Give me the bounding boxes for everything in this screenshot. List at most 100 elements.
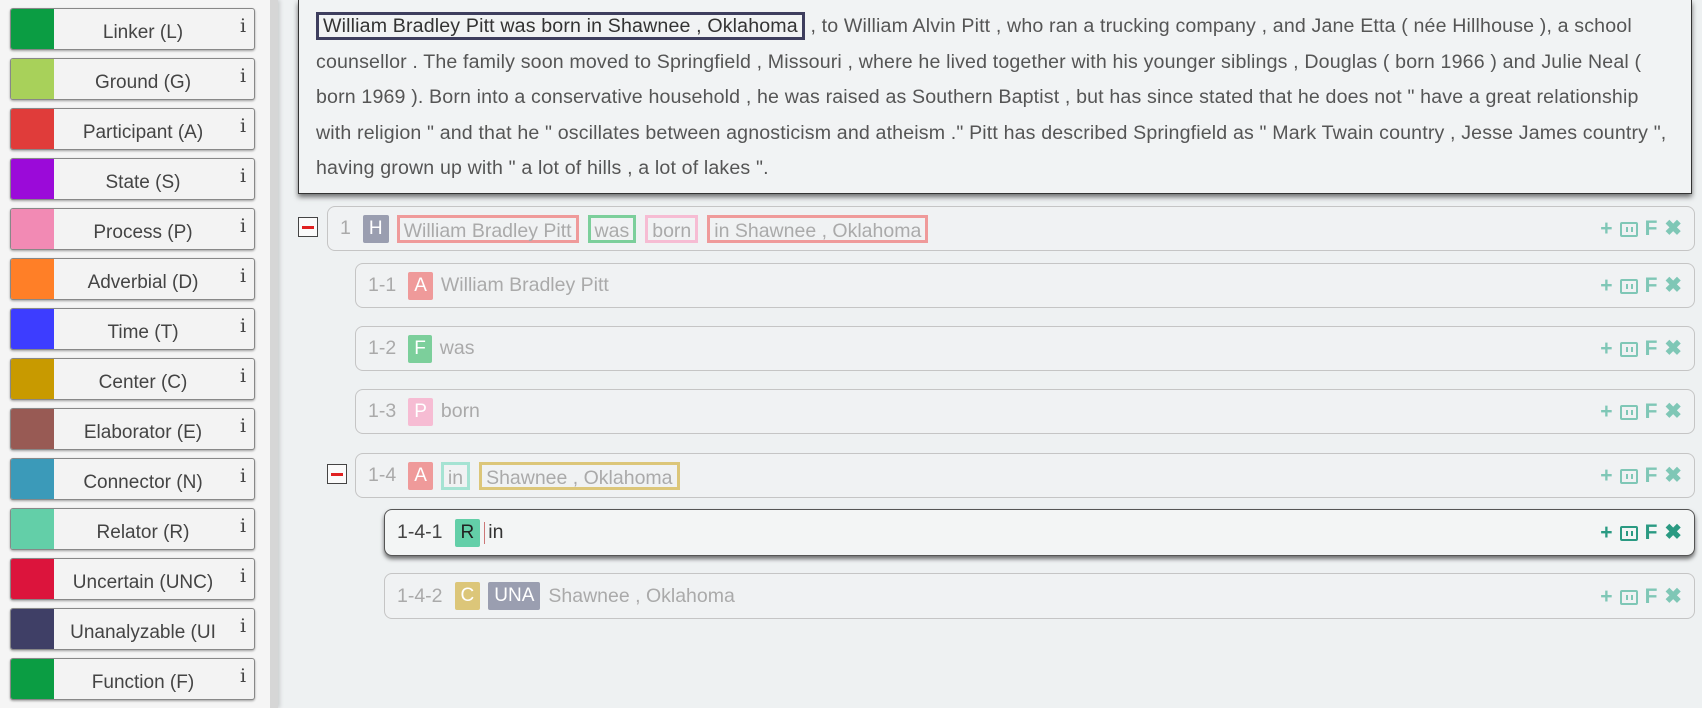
function-icon[interactable]: F	[1645, 275, 1658, 296]
category-color-swatch	[11, 159, 54, 199]
function-icon[interactable]: F	[1645, 586, 1658, 607]
remove-icon[interactable]: ✖	[1664, 401, 1682, 422]
remove-icon[interactable]: ✖	[1664, 586, 1682, 607]
child-chip-1-3[interactable]: born	[645, 214, 699, 243]
add-icon[interactable]: +	[1600, 522, 1612, 543]
row-actions: + F ✖	[1600, 264, 1682, 307]
selected-unit-text[interactable]: William Bradley Pitt was born in Shawnee…	[316, 12, 805, 40]
row-actions: + F ✖	[1600, 574, 1682, 618]
add-icon[interactable]: +	[1600, 218, 1612, 239]
info-icon[interactable]: i	[232, 659, 254, 699]
category-item[interactable]: Ground (G) i	[10, 58, 255, 100]
collapse-button-1-4[interactable]	[327, 464, 347, 484]
info-icon[interactable]: i	[232, 459, 254, 499]
category-item[interactable]: Relator (R) i	[10, 508, 255, 550]
unit-row-1-1[interactable]: 1-1 A William Bradley Pitt + F ✖	[355, 263, 1695, 308]
category-color-swatch	[11, 459, 54, 499]
category-color-swatch	[11, 609, 54, 649]
category-sidebar: Linker (L) i Ground (G) i Participant (A) i St…	[0, 0, 278, 708]
add-icon[interactable]: +	[1600, 586, 1612, 607]
category-color-swatch	[11, 409, 54, 449]
category-label: State (S)	[105, 172, 181, 193]
row-actions: + F ✖	[1600, 454, 1682, 497]
info-icon[interactable]: i	[232, 309, 254, 349]
info-icon[interactable]: i	[232, 109, 254, 149]
remove-icon[interactable]: ✖	[1664, 465, 1682, 486]
secondary-category-badge[interactable]: UNA	[488, 582, 541, 610]
category-item[interactable]: Linker (L) i	[10, 8, 255, 50]
child-chip-1-2[interactable]: was	[587, 214, 637, 243]
unit-text: William Bradley Pitt	[440, 274, 609, 296]
add-icon[interactable]: +	[1600, 401, 1612, 422]
remove-icon[interactable]: ✖	[1664, 338, 1682, 359]
category-item[interactable]: State (S) i	[10, 158, 255, 200]
category-label: Connector (N)	[83, 472, 203, 493]
category-item[interactable]: Center (C) i	[10, 358, 255, 400]
info-icon[interactable]: i	[232, 559, 254, 599]
info-icon[interactable]: i	[232, 159, 254, 199]
row-actions: + F ✖	[1600, 510, 1682, 555]
info-icon[interactable]: i	[232, 359, 254, 399]
category-badge[interactable]: R	[454, 518, 481, 547]
unit-row-1-4-2[interactable]: 1-4-2 C UNA Shawnee , Oklahoma + F ✖	[384, 573, 1695, 619]
info-icon[interactable]: i	[232, 209, 254, 249]
unit-id: 1-1	[368, 274, 397, 296]
category-badge[interactable]: A	[408, 461, 433, 490]
unit-row-1-3[interactable]: 1-3 P born + F ✖	[355, 389, 1695, 434]
category-item[interactable]: Time (T) i	[10, 308, 255, 350]
info-icon[interactable]: i	[232, 259, 254, 299]
remove-icon[interactable]: ✖	[1664, 522, 1682, 543]
category-label: Process (P)	[93, 222, 193, 243]
unit-row-1-2[interactable]: 1-2 F was + F ✖	[355, 326, 1695, 371]
category-color-swatch	[11, 109, 54, 149]
category-item[interactable]: Uncertain (UNC) i	[10, 558, 255, 600]
comment-icon[interactable]	[1619, 589, 1638, 605]
info-icon[interactable]: i	[232, 9, 254, 49]
add-icon[interactable]: +	[1600, 338, 1612, 359]
remove-icon[interactable]: ✖	[1664, 218, 1682, 239]
function-icon[interactable]: F	[1645, 338, 1658, 359]
child-chip-1-1[interactable]: William Bradley Pitt	[396, 214, 579, 243]
category-badge[interactable]: H	[362, 214, 389, 243]
unit-row-1-4-1[interactable]: 1-4-1 R in + F ✖	[384, 509, 1695, 556]
function-icon[interactable]: F	[1645, 465, 1658, 486]
category-badge[interactable]: A	[408, 271, 433, 300]
comment-icon[interactable]	[1619, 342, 1638, 357]
category-color-swatch	[11, 359, 54, 399]
passage-text: William Bradley Pitt was born in Shawnee…	[298, 0, 1692, 194]
category-item[interactable]: Participant (A) i	[10, 108, 255, 150]
unit-text: born	[440, 400, 480, 422]
info-icon[interactable]: i	[232, 409, 254, 449]
category-color-swatch	[11, 59, 54, 99]
category-item[interactable]: Unanalyzable (UI i	[10, 608, 255, 650]
category-badge[interactable]: P	[408, 397, 433, 426]
collapse-button-1[interactable]	[298, 217, 318, 237]
category-item[interactable]: Function (F) i	[10, 658, 255, 700]
category-item[interactable]: Elaborator (E) i	[10, 408, 255, 450]
comment-icon[interactable]	[1619, 279, 1638, 294]
function-icon[interactable]: F	[1645, 401, 1658, 422]
comment-icon[interactable]	[1619, 469, 1638, 484]
unit-row-1[interactable]: 1 H William Bradley Pitt was born in Sha…	[327, 206, 1695, 251]
remove-icon[interactable]: ✖	[1664, 275, 1682, 296]
category-item[interactable]: Adverbial (D) i	[10, 258, 255, 300]
comment-icon[interactable]	[1619, 222, 1638, 237]
comment-icon[interactable]	[1619, 405, 1638, 420]
child-chip-1-4-1[interactable]: in	[440, 461, 471, 490]
category-item[interactable]: Process (P) i	[10, 208, 255, 250]
function-icon[interactable]: F	[1645, 522, 1658, 543]
unit-row-1-4[interactable]: 1-4 A in Shawnee , Oklahoma + F ✖	[355, 453, 1695, 498]
category-label: Time (T)	[107, 322, 179, 343]
info-icon[interactable]: i	[232, 609, 254, 649]
function-icon[interactable]: F	[1645, 218, 1658, 239]
info-icon[interactable]: i	[232, 59, 254, 99]
info-icon[interactable]: i	[232, 509, 254, 549]
child-chip-1-4-2[interactable]: Shawnee , Oklahoma	[479, 461, 680, 490]
comment-icon[interactable]	[1619, 526, 1638, 541]
category-item[interactable]: Connector (N) i	[10, 458, 255, 500]
add-icon[interactable]: +	[1600, 275, 1612, 296]
category-badge[interactable]: C	[454, 582, 481, 610]
category-badge[interactable]: F	[408, 334, 432, 363]
child-chip-1-4[interactable]: in Shawnee , Oklahoma	[707, 214, 929, 243]
add-icon[interactable]: +	[1600, 465, 1612, 486]
